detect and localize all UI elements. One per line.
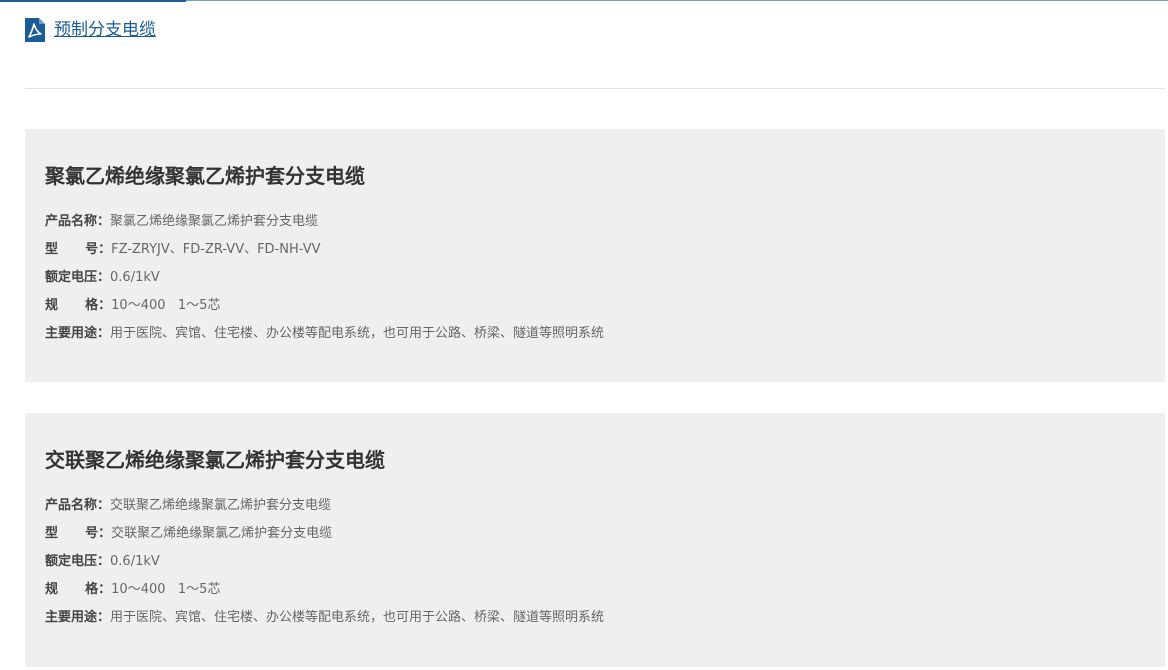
spec-label: 额定电压： (45, 554, 111, 569)
spec-row-product-name: 产品名称： 聚氯乙烯绝缘聚氯乙烯护套分支电缆 (45, 211, 604, 239)
spec-row-rated-voltage: 额定电压： 0.6/1kV (45, 267, 604, 295)
product-title: 聚氯乙烯绝缘聚氯乙烯护套分支电缆 (45, 164, 365, 188)
spec-label: 型 号： (45, 242, 112, 257)
active-tab-indicator (0, 0, 186, 2)
spec-row-main-usage: 主要用途： 用于医院、宾馆、住宅楼、办公楼等配电系统，也可用于公路、桥梁、隧道等… (45, 607, 604, 635)
spec-row-model: 型 号： FZ-ZRYJV、FD-ZR-VV、FD-NH-VV (45, 239, 604, 267)
spec-label: 产品名称： (45, 214, 111, 229)
spec-value: 0.6/1kV (110, 554, 160, 569)
spec-value: 用于医院、宾馆、住宅楼、办公楼等配电系统，也可用于公路、桥梁、隧道等照明系统 (110, 610, 605, 625)
spec-value: FZ-ZRYJV、FD-ZR-VV、FD-NH-VV (111, 242, 321, 257)
spec-row-specification: 规 格： 10～400 1～5芯 (45, 579, 604, 607)
spec-label: 主要用途： (45, 326, 111, 341)
spec-list: 产品名称： 交联聚乙烯绝缘聚氯乙烯护套分支电缆 型 号： 交联聚乙烯绝缘聚氯乙烯… (45, 495, 604, 635)
pdf-download-link[interactable]: 预制分支电缆 (25, 18, 156, 42)
spec-label: 额定电压： (45, 270, 111, 285)
spec-label: 型 号： (45, 526, 112, 541)
spec-row-model: 型 号： 交联聚乙烯绝缘聚氯乙烯护套分支电缆 (45, 523, 604, 551)
section-divider (25, 88, 1165, 89)
spec-value: 聚氯乙烯绝缘聚氯乙烯护套分支电缆 (110, 214, 319, 229)
spec-value: 用于医院、宾馆、住宅楼、办公楼等配电系统，也可用于公路、桥梁、隧道等照明系统 (110, 326, 605, 341)
spec-row-rated-voltage: 额定电压： 0.6/1kV (45, 551, 604, 579)
product-card: 聚氯乙烯绝缘聚氯乙烯护套分支电缆 产品名称： 聚氯乙烯绝缘聚氯乙烯护套分支电缆 … (25, 129, 1165, 382)
spec-row-specification: 规 格： 10～400 1～5芯 (45, 295, 604, 323)
spec-value: 交联聚乙烯绝缘聚氯乙烯护套分支电缆 (110, 498, 332, 513)
spec-list: 产品名称： 聚氯乙烯绝缘聚氯乙烯护套分支电缆 型 号： FZ-ZRYJV、FD-… (45, 211, 604, 351)
product-title: 交联聚乙烯绝缘聚氯乙烯护套分支电缆 (45, 448, 385, 472)
spec-value: 交联聚乙烯绝缘聚氯乙烯护套分支电缆 (111, 526, 333, 541)
spec-row-product-name: 产品名称： 交联聚乙烯绝缘聚氯乙烯护套分支电缆 (45, 495, 604, 523)
pdf-file-icon (25, 18, 45, 42)
spec-value: 10～400 1～5芯 (111, 298, 221, 313)
spec-value: 0.6/1kV (110, 270, 160, 285)
spec-label: 主要用途： (45, 610, 111, 625)
pdf-link-label[interactable]: 预制分支电缆 (54, 18, 156, 42)
product-card: 交联聚乙烯绝缘聚氯乙烯护套分支电缆 产品名称： 交联聚乙烯绝缘聚氯乙烯护套分支电… (25, 413, 1165, 667)
spec-label: 产品名称： (45, 498, 111, 513)
spec-label: 规 格： (45, 582, 112, 597)
spec-row-main-usage: 主要用途： 用于医院、宾馆、住宅楼、办公楼等配电系统，也可用于公路、桥梁、隧道等… (45, 323, 604, 351)
spec-label: 规 格： (45, 298, 112, 313)
spec-value: 10～400 1～5芯 (111, 582, 221, 597)
